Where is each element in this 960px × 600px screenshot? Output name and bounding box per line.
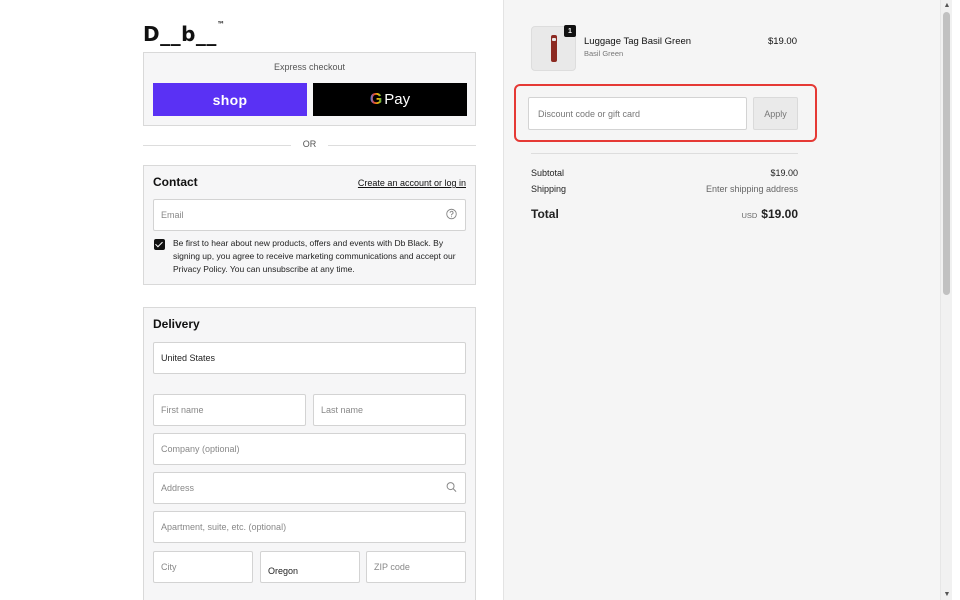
luggage-tag-image <box>551 35 557 62</box>
create-account-login-link[interactable]: Create an account or log in <box>358 178 466 188</box>
shipping-value: Enter shipping address <box>705 184 798 194</box>
divider-line-right <box>328 145 476 146</box>
delivery-heading: Delivery <box>153 317 200 331</box>
google-pay-button[interactable]: G Pay <box>313 83 467 116</box>
quantity-badge: 1 <box>564 25 576 37</box>
city-placeholder: City <box>161 562 177 572</box>
contact-heading: Contact <box>153 175 198 189</box>
or-divider: OR <box>143 138 476 152</box>
product-price: $19.00 <box>767 36 797 47</box>
zip-code-field[interactable]: ZIP code <box>366 551 466 583</box>
subtotal-row: Subtotal $19.00 <box>531 168 798 178</box>
help-icon[interactable] <box>446 208 457 222</box>
marketing-consent-row[interactable]: Be first to hear about new products, off… <box>154 237 469 276</box>
last-name-placeholder: Last name <box>321 405 364 415</box>
first-name-placeholder: First name <box>161 405 204 415</box>
country-select[interactable]: United States <box>153 342 466 374</box>
total-currency: USD <box>741 211 758 220</box>
apply-label: Apply <box>764 108 787 119</box>
summary-divider <box>531 153 798 154</box>
marketing-consent-text: Be first to hear about new products, off… <box>173 238 456 274</box>
discount-placeholder: Discount code or gift card <box>538 108 641 119</box>
total-row: Total USD $19.00 <box>531 207 798 221</box>
scrollbar-thumb[interactable] <box>943 12 950 295</box>
shipping-row: Shipping Enter shipping address <box>531 184 798 194</box>
contact-section: Contact Create an account or log in Emai… <box>143 165 476 285</box>
shop-pay-button[interactable]: shop <box>153 83 307 116</box>
shop-pay-label: shop <box>212 91 248 108</box>
apartment-field[interactable]: Apartment, suite, etc. (optional) <box>153 511 466 543</box>
trademark-mark: ™ <box>216 20 226 30</box>
logo-text: D__b__ <box>143 22 217 46</box>
total-label: Total <box>531 207 559 221</box>
address-placeholder: Address <box>161 483 195 493</box>
total-amount: USD $19.00 <box>741 207 798 221</box>
apply-discount-button[interactable]: Apply <box>753 97 798 130</box>
order-summary-column: 1 Luggage Tag Basil Green Basil Green $1… <box>503 0 940 600</box>
product-name: Luggage Tag Basil Green <box>584 36 692 47</box>
state-value: Oregon <box>268 566 299 576</box>
page-scrollbar[interactable]: ▲ ▼ <box>940 0 952 600</box>
brand-logo[interactable]: D__b__™ <box>143 20 226 46</box>
delivery-section: Delivery United States First name Last n… <box>143 307 476 600</box>
search-icon <box>446 482 457 495</box>
express-checkout-title: Express checkout <box>273 62 346 72</box>
express-checkout-panel: Express checkout shop G Pay <box>143 52 476 126</box>
company-field[interactable]: Company (optional) <box>153 433 466 465</box>
google-g-icon: G <box>369 90 383 108</box>
product-variant: Basil Green <box>584 49 624 58</box>
checkout-form-column: D__b__™ Express checkout shop G Pay OR C… <box>0 0 503 600</box>
last-name-field[interactable]: Last name <box>313 394 466 426</box>
discount-code-input[interactable]: Discount code or gift card <box>528 97 747 130</box>
first-name-field[interactable]: First name <box>153 394 306 426</box>
email-placeholder: Email <box>161 210 184 220</box>
city-field[interactable]: City <box>153 551 253 583</box>
subtotal-value: $19.00 <box>770 168 798 178</box>
address-field[interactable]: Address <box>153 472 466 504</box>
or-text: OR <box>302 139 317 149</box>
apartment-placeholder: Apartment, suite, etc. (optional) <box>161 522 287 532</box>
marketing-checkbox[interactable] <box>154 239 165 250</box>
email-field[interactable]: Email <box>153 199 466 231</box>
scroll-up-arrow-icon[interactable]: ▲ <box>941 2 953 9</box>
country-value: United States <box>161 353 216 363</box>
scroll-down-arrow-icon[interactable]: ▼ <box>941 591 953 598</box>
google-pay-label: Pay <box>384 91 411 108</box>
total-value: $19.00 <box>761 207 798 221</box>
subtotal-label: Subtotal <box>531 168 565 178</box>
zip-code-placeholder: ZIP code <box>374 562 410 572</box>
shipping-label: Shipping <box>531 184 567 194</box>
state-select[interactable]: Oregon <box>260 551 360 583</box>
company-placeholder: Company (optional) <box>161 444 240 454</box>
